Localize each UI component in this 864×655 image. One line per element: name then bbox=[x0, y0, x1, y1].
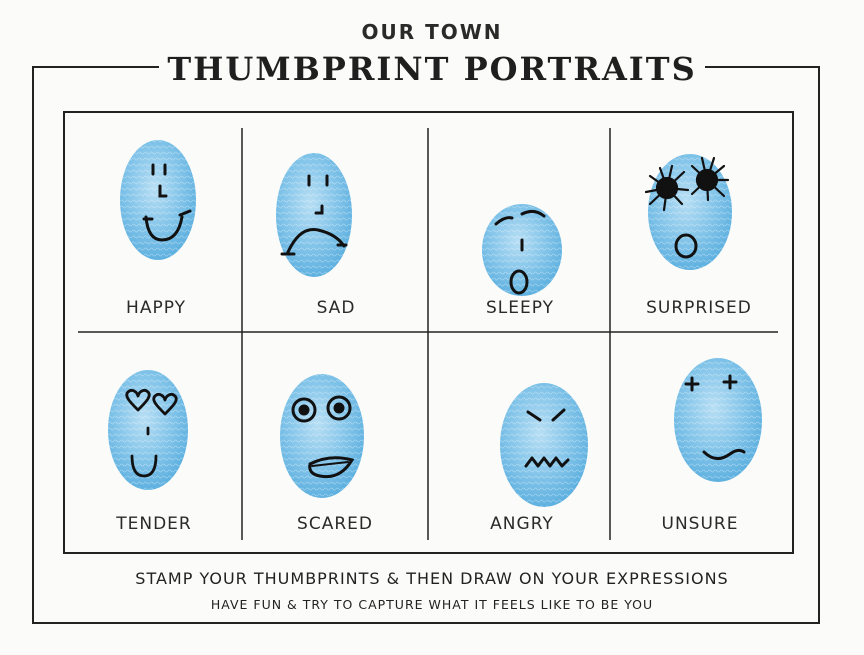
label-tender: TENDER bbox=[116, 514, 192, 534]
portrait-grid bbox=[78, 128, 778, 540]
thumbprint-surprised bbox=[644, 154, 732, 270]
label-sleepy: SLEEPY bbox=[485, 298, 554, 318]
label-unsure: UNSURE bbox=[661, 514, 739, 534]
tagline-text: HAVE FUN & TRY TO CAPTURE WHAT IT FEELS … bbox=[210, 597, 654, 612]
thumbprint-angry bbox=[500, 383, 588, 507]
thumbprint-tender bbox=[108, 370, 188, 490]
label-surprised: SURPRISED bbox=[646, 298, 752, 318]
worksheet-page: OUR TOWN THUMBPRINT PORTRAITS HAPPY SAD … bbox=[0, 0, 864, 655]
label-happy: HAPPY bbox=[126, 298, 186, 318]
thumbprint-happy bbox=[120, 140, 196, 260]
label-angry: ANGRY bbox=[490, 514, 554, 534]
instruction-text: STAMP YOUR THUMBPRINTS & THEN DRAW ON YO… bbox=[135, 569, 729, 588]
thumbprint-scared bbox=[280, 374, 364, 498]
thumbprint-unsure bbox=[674, 358, 762, 482]
thumbprint-sad bbox=[276, 153, 352, 277]
label-sad: SAD bbox=[316, 298, 356, 318]
thumbprint-sleepy bbox=[482, 204, 562, 296]
label-scared: SCARED bbox=[297, 514, 373, 534]
